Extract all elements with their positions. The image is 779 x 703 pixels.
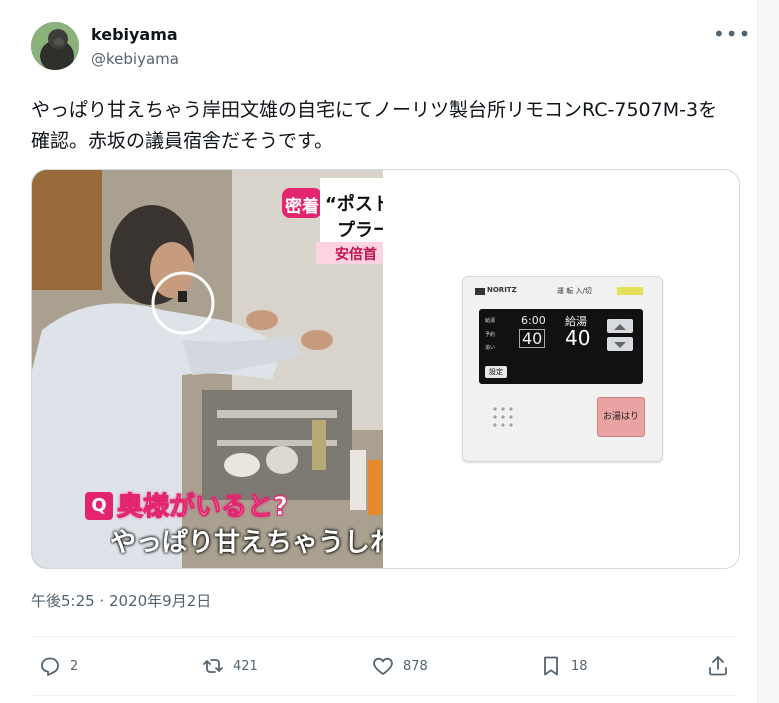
retweet-button[interactable]: 421: [201, 651, 258, 681]
run-indicator-light: [617, 287, 643, 295]
share-button[interactable]: [706, 651, 730, 681]
reply-button[interactable]: 2: [38, 651, 78, 681]
gorilla-avatar-image: [31, 22, 79, 70]
share-icon: [709, 656, 727, 676]
temp-up-button[interactable]: [607, 319, 633, 333]
bookmark-icon: [544, 656, 558, 676]
more-options-icon[interactable]: •••: [713, 22, 751, 46]
tweet-card: kebiyama @kebiyama ••• やっぱり甘えちゃう岸田文雄の自宅に…: [0, 0, 758, 703]
remote-body: NORITZ 運 転 入/切 給湯 予約 追い 6:00 給湯 40 40 設定: [462, 276, 663, 462]
reply-icon: [41, 657, 59, 676]
display-small-label-3: 追い: [485, 345, 496, 351]
media-grid[interactable]: 密着 “ポスト プラー 安倍首 Q 奥様がいると? やっぱり甘えちゃうしれ NO…: [31, 169, 740, 569]
tweet-text: やっぱり甘えちゃう岸田文雄の自宅にてノーリツ製台所リモコンRC-7507M-3を…: [31, 99, 718, 152]
avatar[interactable]: [31, 22, 79, 70]
heart-icon: [373, 657, 393, 675]
tv-screenshot-image[interactable]: 密着 “ポスト プラー 安倍首 Q 奥様がいると? やっぱり甘えちゃうしれ: [32, 170, 383, 568]
brand-logo-icon: [475, 288, 485, 295]
divider-top: [31, 636, 738, 637]
speaker-grille-icon: [493, 407, 513, 427]
divider-bottom: [31, 695, 738, 696]
tweet-timestamp[interactable]: 午後5:25 · 2020年9月2日: [31, 590, 211, 611]
tv-caption-2: やっぱり甘えちゃうしれ: [110, 528, 383, 558]
like-count: 878: [403, 658, 428, 674]
remote-controller-image[interactable]: NORITZ 運 転 入/切 給湯 予約 追い 6:00 給湯 40 40 設定: [383, 170, 739, 568]
reply-count: 2: [70, 658, 79, 674]
retweet-count: 421: [233, 658, 258, 674]
bookmark-count: 18: [571, 658, 588, 674]
display-time: 6:00: [521, 314, 546, 327]
retweet-icon: [203, 659, 223, 673]
triangle-down-icon: [614, 342, 626, 348]
like-button[interactable]: 878: [371, 651, 428, 681]
set-button[interactable]: 設定: [485, 366, 507, 378]
tv-headline-2: プラー: [337, 220, 383, 241]
remote-brand: NORITZ: [487, 286, 517, 294]
display-small-label-1: 給湯: [485, 318, 496, 324]
ofuro-button[interactable]: お湯はり: [597, 397, 645, 437]
remote-run-label: 運 転 入/切: [557, 287, 592, 295]
remote-display: 給湯 予約 追い 6:00 給湯 40 40 設定: [479, 309, 643, 384]
display-temp-left: 40: [519, 329, 546, 348]
triangle-up-icon: [614, 324, 626, 330]
bookmark-button[interactable]: 18: [539, 651, 588, 681]
display-small-label-2: 予約: [485, 332, 496, 338]
tv-headline-1: “ポスト: [325, 194, 383, 215]
temp-down-button[interactable]: [607, 337, 633, 351]
author-name[interactable]: kebiyama: [91, 25, 178, 44]
author-handle[interactable]: @kebiyama: [91, 50, 179, 68]
tv-q-badge: Q: [85, 492, 113, 520]
tv-caption-1: 奥様がいると?: [116, 492, 289, 523]
display-temp-right: 40: [565, 326, 591, 350]
tv-subhead: 安倍首: [335, 247, 377, 263]
tv-badge-mitchaku: 密着: [285, 197, 319, 217]
